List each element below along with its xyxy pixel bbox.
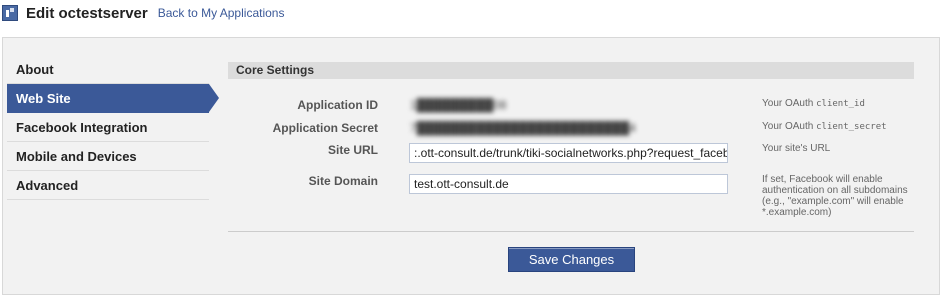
app-secret-help: Your OAuth client_secret	[762, 121, 912, 133]
site-domain-help: If set, Facebook will enable authenticat…	[762, 174, 908, 218]
form-divider	[228, 231, 914, 232]
app-secret-help-prefix: Your OAuth	[762, 121, 817, 132]
page-header: Edit octestserver Back to My Application…	[2, 0, 284, 26]
app-id-help: Your OAuth client_id	[762, 98, 912, 110]
save-changes-button[interactable]: Save Changes	[508, 247, 635, 272]
application-icon	[2, 5, 18, 21]
sidebar-item-facebook-integration[interactable]: Facebook Integration	[7, 113, 209, 142]
app-secret-label: Application Secret	[272, 121, 378, 135]
sidebar-item-advanced[interactable]: Advanced	[7, 171, 209, 200]
section-title: Core Settings	[228, 62, 914, 79]
page-title: Edit octestserver	[26, 4, 148, 22]
app-id-label: Application ID	[297, 98, 378, 112]
app-secret-help-code: client_secret	[816, 122, 887, 132]
site-domain-label: Site Domain	[308, 174, 378, 188]
back-to-applications-link[interactable]: Back to My Applications	[158, 6, 285, 20]
site-domain-input[interactable]: test.ott-consult.de	[409, 174, 728, 194]
sidebar-item-about[interactable]: About	[7, 55, 209, 84]
app-id-help-code: client_id	[816, 99, 865, 109]
site-url-label: Site URL	[327, 143, 378, 157]
sidebar-item-mobile-and-devices[interactable]: Mobile and Devices	[7, 142, 209, 171]
site-url-input[interactable]: :.ott-consult.de/trunk/tiki-socialnetwor…	[409, 143, 728, 163]
app-id-value: 1█████████08	[410, 98, 507, 112]
app-id-help-prefix: Your OAuth	[762, 98, 817, 109]
site-url-help: Your site's URL	[762, 143, 831, 154]
sidebar-item-web-site[interactable]: Web Site	[7, 84, 219, 113]
sidebar-nav: About Web Site Facebook Integration Mobi…	[7, 55, 219, 200]
app-secret-value: 7█████████████████████████4	[410, 121, 636, 135]
